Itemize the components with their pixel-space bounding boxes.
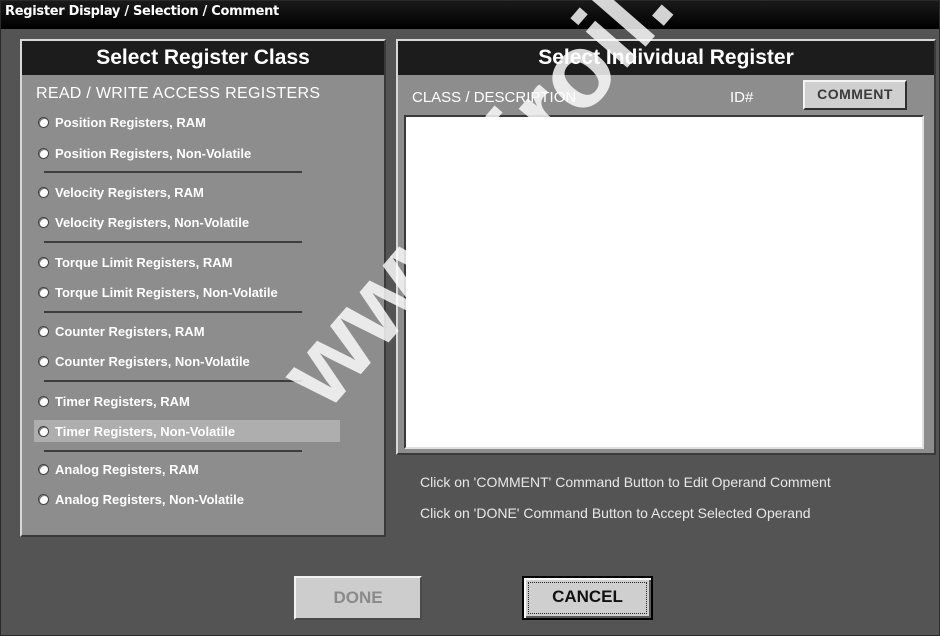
section-label: READ / WRITE ACCESS REGISTERS <box>36 85 321 102</box>
option-velocity-nonvolatile[interactable]: Velocity Registers, Non-Volatile <box>34 211 340 233</box>
radio-button-icon[interactable] <box>38 186 49 198</box>
radio-button-icon[interactable] <box>38 216 49 228</box>
option-torque-ram[interactable]: Torque Limit Registers, RAM <box>34 251 340 273</box>
option-label: Timer Registers, RAM <box>55 393 190 409</box>
hint-comment: Click on 'COMMENT' Command Button to Edi… <box>420 474 831 490</box>
group-divider <box>44 450 302 452</box>
radio-button-icon[interactable] <box>38 325 49 337</box>
option-label: Torque Limit Registers, Non-Volatile <box>55 284 278 300</box>
radio-button-icon[interactable] <box>38 425 49 437</box>
individual-register-heading: Select Individual Register <box>398 41 934 75</box>
option-label: Counter Registers, RAM <box>55 323 205 339</box>
window-title: Register Display / Selection / Comment <box>1 1 939 29</box>
group-divider <box>44 380 302 382</box>
radio-button-icon[interactable] <box>38 395 49 407</box>
option-label: Torque Limit Registers, RAM <box>55 254 233 270</box>
option-timer-ram[interactable]: Timer Registers, RAM <box>34 390 340 412</box>
group-divider <box>44 241 302 243</box>
option-label: Velocity Registers, RAM <box>55 184 204 200</box>
radio-button-icon[interactable] <box>38 355 49 367</box>
option-torque-nonvolatile[interactable]: Torque Limit Registers, Non-Volatile <box>34 281 340 303</box>
column-header-class: CLASS / DESCRIPTION <box>412 89 577 106</box>
option-counter-nonvolatile[interactable]: Counter Registers, Non-Volatile <box>34 350 340 372</box>
radio-button-icon[interactable] <box>38 147 49 159</box>
option-position-nonvolatile[interactable]: Position Registers, Non-Volatile <box>34 142 340 164</box>
group-divider <box>44 171 302 173</box>
option-position-ram[interactable]: Position Registers, RAM <box>34 111 340 133</box>
radio-button-icon[interactable] <box>38 493 49 505</box>
group-divider <box>44 311 302 313</box>
done-button[interactable]: DONE <box>294 576 422 620</box>
option-label: Counter Registers, Non-Volatile <box>55 353 250 369</box>
register-class-panel: Select Register Class READ / WRITE ACCES… <box>20 39 386 537</box>
option-label: Position Registers, Non-Volatile <box>55 145 252 161</box>
hint-done: Click on 'DONE' Command Button to Accept… <box>420 505 811 521</box>
radio-button-icon[interactable] <box>38 463 49 475</box>
option-label: Position Registers, RAM <box>55 114 206 130</box>
individual-register-panel: Select Individual Register CLASS / DESCR… <box>396 39 936 455</box>
register-list[interactable] <box>404 115 924 449</box>
cancel-button[interactable]: CANCEL <box>522 576 653 620</box>
option-label: Velocity Registers, Non-Volatile <box>55 214 250 230</box>
radio-button-icon[interactable] <box>38 116 49 128</box>
column-header-id: ID# <box>730 89 754 106</box>
option-analog-ram[interactable]: Analog Registers, RAM <box>34 458 340 480</box>
option-label: Timer Registers, Non-Volatile <box>55 423 236 439</box>
radio-button-icon[interactable] <box>38 256 49 268</box>
register-class-heading: Select Register Class <box>22 41 384 75</box>
option-label: Analog Registers, RAM <box>55 461 199 477</box>
option-counter-ram[interactable]: Counter Registers, RAM <box>34 320 340 342</box>
option-analog-nonvolatile[interactable]: Analog Registers, Non-Volatile <box>34 488 340 510</box>
option-velocity-ram[interactable]: Velocity Registers, RAM <box>34 181 340 203</box>
option-timer-nonvolatile[interactable]: Timer Registers, Non-Volatile <box>34 420 340 442</box>
option-label: Analog Registers, Non-Volatile <box>55 491 245 507</box>
comment-button[interactable]: COMMENT <box>803 80 907 110</box>
register-display-window: Register Display / Selection / Comment S… <box>0 0 940 636</box>
radio-button-icon[interactable] <box>38 286 49 298</box>
